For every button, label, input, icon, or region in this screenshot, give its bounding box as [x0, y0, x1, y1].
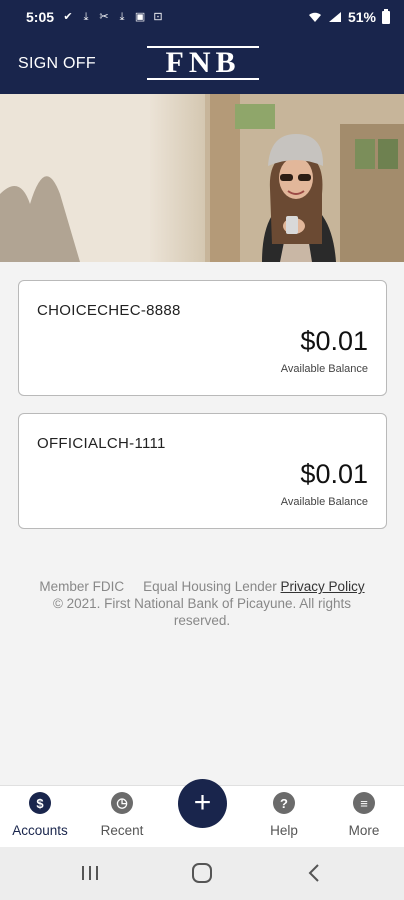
account-name: CHOICECHEC-8888: [37, 302, 181, 319]
sign-off-button[interactable]: SIGN OFF: [18, 55, 96, 73]
account-card[interactable]: CHOICECHEC-8888 $0.01 Available Balance: [18, 280, 387, 396]
more-icon: ≡: [353, 792, 375, 814]
status-bar: 5:05 ✔ ⤓ ✂ ⤓ ▣ ⊡ 51%: [0, 0, 404, 34]
legal-footer: Member FDIC Equal Housing Lender Privacy…: [0, 578, 404, 629]
logo-text: FNB: [165, 46, 241, 79]
tab-help[interactable]: ? Help: [244, 786, 324, 848]
available-balance-label: Available Balance: [280, 496, 368, 508]
app-header: SIGN OFF FNB: [0, 34, 404, 94]
image-icon: ▣: [134, 11, 146, 23]
back-icon[interactable]: [303, 861, 327, 885]
clock-icon: ◷: [111, 792, 133, 814]
notification-icons: ✔ ⤓ ✂ ⤓ ▣ ⊡: [62, 11, 164, 23]
hero-photo-illustration: [0, 94, 404, 262]
download-icon: ⤓: [119, 11, 125, 23]
wifi-icon: [308, 12, 321, 22]
hero-banner-image: [0, 94, 404, 262]
tab-accounts-label: Accounts: [12, 823, 68, 838]
fnb-logo: FNB: [147, 46, 259, 80]
tab-accounts[interactable]: $ Accounts: [0, 786, 80, 848]
available-balance-label: Available Balance: [280, 363, 368, 375]
equal-housing-text: Equal Housing Lender: [143, 579, 277, 594]
recent-apps-icon[interactable]: [78, 861, 102, 885]
tab-help-label: Help: [270, 823, 298, 838]
screenshot-icon: ⊡: [153, 11, 163, 23]
tab-more-label: More: [348, 823, 380, 838]
status-time: 5:05: [26, 9, 55, 25]
tab-more[interactable]: ≡ More: [324, 786, 404, 848]
copyright-text: © 2021. First National Bank of Picayune.…: [52, 596, 352, 628]
tools-icon: ✂: [99, 11, 109, 23]
account-name: OFFICIALCH-1111: [37, 435, 166, 452]
tab-recent-label: Recent: [100, 823, 144, 838]
tab-recent[interactable]: ◷ Recent: [82, 786, 162, 848]
download-icon: ⤓: [83, 11, 89, 23]
status-right: 51%: [308, 8, 390, 25]
accounts-icon: $: [29, 792, 51, 814]
account-balance: $0.01: [300, 326, 368, 356]
home-icon[interactable]: [190, 861, 214, 885]
battery-icon: [382, 8, 390, 24]
help-icon: ?: [273, 792, 295, 814]
signal-icon: [328, 12, 341, 22]
account-balance: $0.01: [300, 459, 368, 489]
system-navigation-bar: [0, 847, 404, 900]
member-fdic-text: Member FDIC: [39, 579, 125, 594]
check-circle-icon: ✔: [63, 11, 73, 23]
privacy-policy-link[interactable]: Privacy Policy: [281, 579, 365, 594]
account-card[interactable]: OFFICIALCH-1111 $0.01 Available Balance: [18, 413, 387, 529]
add-button[interactable]: +: [178, 779, 227, 828]
battery-percent: 51%: [347, 9, 376, 25]
